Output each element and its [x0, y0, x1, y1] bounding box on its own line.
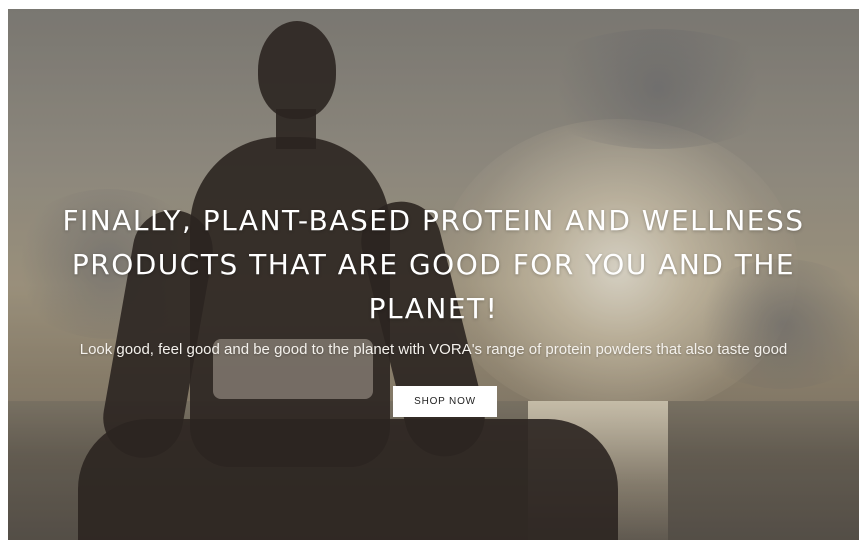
shop-now-button[interactable]: SHOP NOW — [393, 386, 497, 417]
hero-content: FINALLY, PLANT-BASED PROTEIN AND WELLNES… — [8, 9, 859, 540]
hero-subline: Look good, feel good and be good to the … — [79, 341, 788, 358]
page: FINALLY, PLANT-BASED PROTEIN AND WELLNES… — [0, 0, 859, 540]
hero-headline: FINALLY, PLANT-BASED PROTEIN AND WELLNES… — [62, 204, 805, 325]
hero-banner: FINALLY, PLANT-BASED PROTEIN AND WELLNES… — [8, 9, 859, 540]
